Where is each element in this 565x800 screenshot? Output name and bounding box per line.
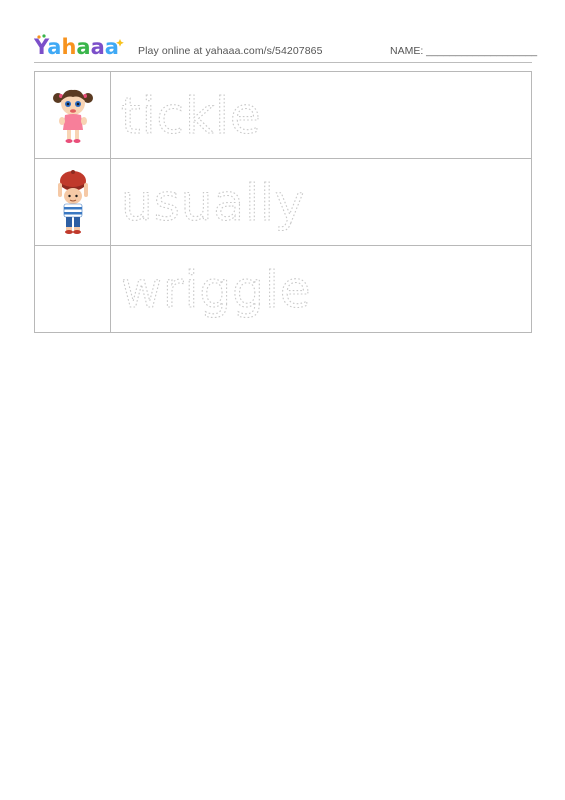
name-field-label: NAME: ___________________ [390, 45, 538, 57]
tracing-word-svg: wriggle [120, 260, 311, 319]
picture-cell [35, 246, 111, 332]
header-divider [34, 62, 532, 63]
tracing-table: tickle usually wriggle [34, 71, 532, 333]
picture-cell [35, 72, 111, 158]
svg-text:Yahaaa: Yahaaa [34, 35, 119, 59]
tracing-word: tickle [121, 87, 262, 145]
page-header: Yahaaa Play online at yahaaa.com/s/54207… [34, 34, 537, 60]
tracing-row: wriggle [35, 246, 531, 332]
play-online-text[interactable]: Play online at yahaaa.com/s/54207865 [138, 45, 323, 57]
word-cell: tickle [111, 72, 531, 158]
tracing-word: wriggle [121, 261, 311, 319]
tracing-row: usually [35, 159, 531, 246]
boy-with-hat-icon [57, 170, 88, 234]
tracing-word: usually [121, 174, 305, 232]
word-cell: usually [111, 159, 531, 245]
yahaaa-logo: Yahaaa [34, 34, 124, 59]
word-cell: wriggle [111, 246, 531, 332]
tracing-row: tickle [35, 72, 531, 159]
tracing-word-svg: usually [120, 173, 305, 232]
picture-cell [35, 159, 111, 245]
tracing-word-svg: tickle [120, 86, 262, 145]
girl-icon [52, 89, 93, 143]
